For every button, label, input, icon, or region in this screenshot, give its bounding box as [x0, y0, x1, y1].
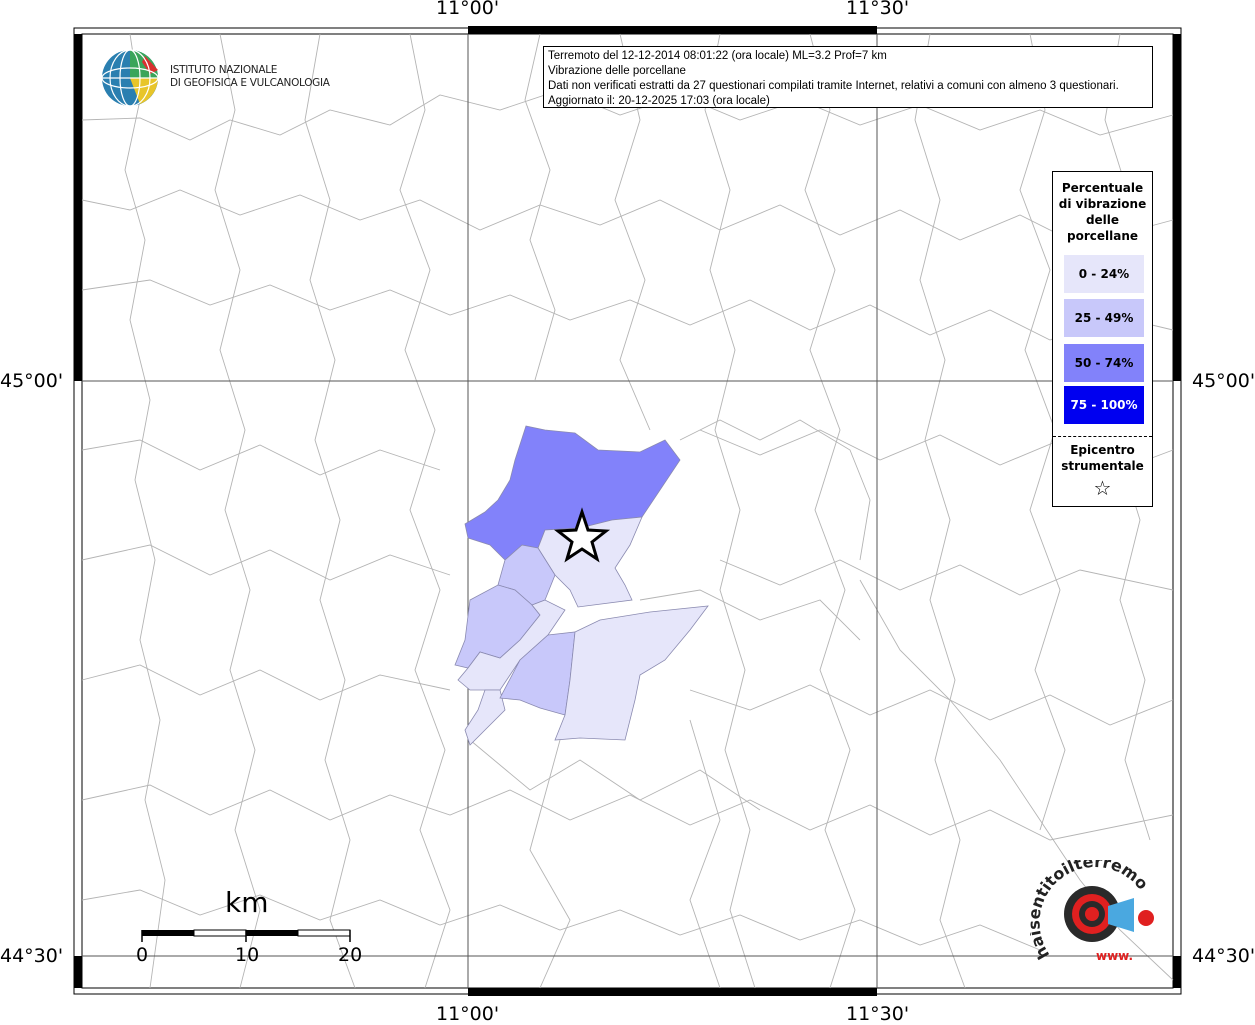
top-lon-label-2: 11°30'	[846, 0, 910, 19]
scale-tick-10: 10	[235, 944, 260, 966]
haisentito-www: www.	[1096, 949, 1133, 963]
scale-tick-20: 20	[338, 944, 363, 966]
legend-swatch-75-100: 75 - 100%	[1064, 386, 1144, 424]
haisentito-logo: haisentitoilterremoto.it www.	[1030, 860, 1154, 963]
bottom-lon-label-1: 11°00'	[436, 1003, 500, 1025]
legend-title-line: di vibrazione	[1058, 197, 1147, 211]
scale-unit: km	[225, 886, 269, 919]
left-lat-label-2: 44°30'	[0, 945, 64, 967]
legend-swatch-0-24: 0 - 24%	[1064, 255, 1144, 293]
top-lon-label-1: 11°00'	[436, 0, 500, 19]
legend-swatch-25-49: 25 - 49%	[1064, 299, 1144, 337]
legend-title-line: delle	[1085, 213, 1120, 227]
legend-epicenter-line: strumentale	[1061, 459, 1144, 473]
legend: Percentuale di vibrazione delle porcella…	[1052, 171, 1153, 507]
scale-tick-0: 0	[136, 944, 149, 966]
map-subject: Vibrazione delle porcellane	[548, 65, 686, 77]
ingv-name-line2: DI GEOFISICA E VULCANOLOGIA	[170, 77, 330, 89]
legend-title-line: porcellane	[1066, 229, 1138, 243]
updated-timestamp: Aggiornato il: 20-12-2025 17:03 (ora loc…	[548, 95, 770, 107]
event-info-box: Terremoto del 12-12-2014 08:01:22 (ora l…	[543, 46, 1153, 108]
bottom-lon-label-2: 11°30'	[846, 1003, 910, 1025]
legend-epicenter-label: Epicentro strumentale	[1053, 442, 1152, 474]
data-note: Dati non verificati estratti da 27 quest…	[548, 80, 1119, 92]
legend-swatch-50-74: 50 - 74%	[1064, 344, 1144, 382]
legend-star-icon: ☆	[1093, 476, 1112, 500]
legend-divider	[1053, 436, 1152, 437]
ingv-name-line1: ISTITUTO NAZIONALE	[170, 64, 278, 76]
ingv-name: ISTITUTO NAZIONALE DI GEOFISICA E VULCAN…	[170, 64, 330, 90]
event-title: Terremoto del 12-12-2014 08:01:22 (ora l…	[548, 50, 887, 62]
right-lat-label-2: 44°30'	[1192, 945, 1255, 967]
legend-title-line: Percentuale	[1061, 181, 1144, 195]
legend-epicenter-line: Epicentro	[1070, 443, 1135, 457]
ingv-globe-logo	[101, 49, 159, 107]
legend-title: Percentuale di vibrazione delle porcella…	[1053, 180, 1152, 244]
right-lat-label-1: 45°00'	[1192, 370, 1255, 392]
left-lat-label-1: 45°00'	[0, 370, 64, 392]
